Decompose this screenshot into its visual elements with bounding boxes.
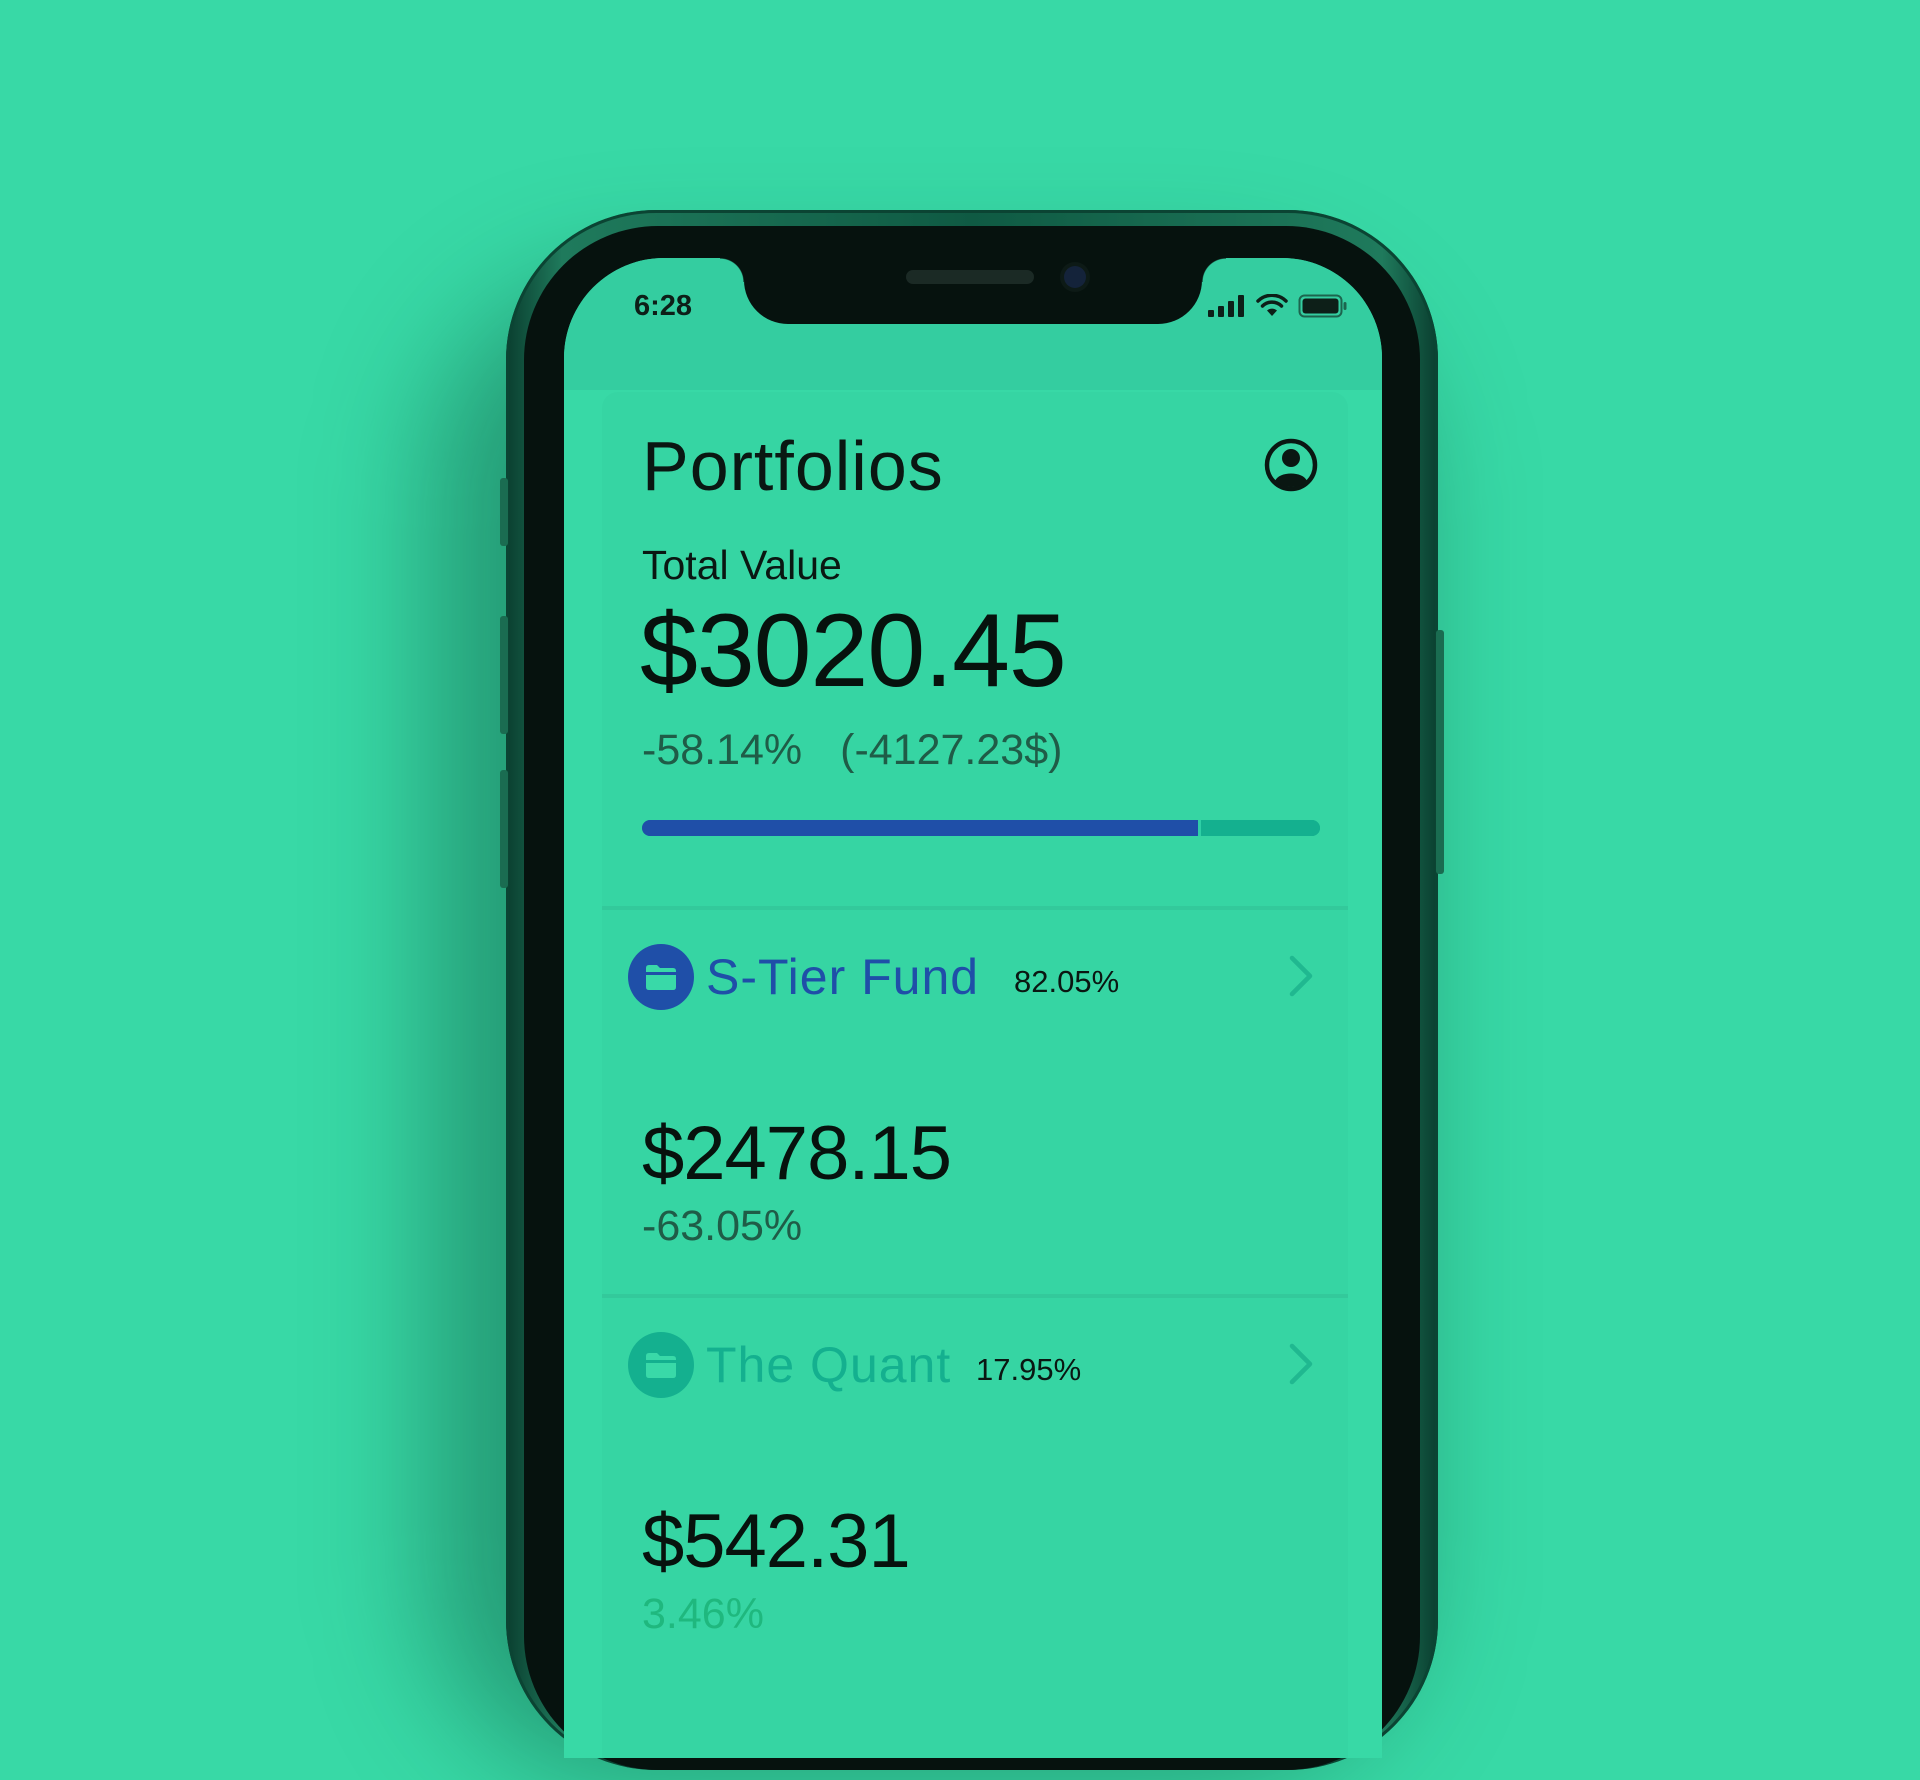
power-button <box>1436 630 1444 874</box>
chevron-right-icon[interactable] <box>1286 1340 1316 1388</box>
volume-up-button <box>500 616 508 734</box>
battery-icon <box>1298 294 1347 318</box>
phone-screen: 6:28 Portfolios Total Value $3020.45 -58… <box>564 258 1382 1758</box>
fund-card-s-tier[interactable]: S-Tier Fund 82.05% $2478.15 -63.05% <box>602 910 1348 1294</box>
mute-switch <box>500 478 508 546</box>
status-bar: 6:28 <box>564 258 1382 390</box>
wifi-icon <box>1256 294 1288 316</box>
cellular-signal-icon <box>1208 295 1244 317</box>
volume-down-button <box>500 770 508 888</box>
folder-icon <box>628 1332 694 1398</box>
status-time: 6:28 <box>634 290 693 322</box>
fund-name: S-Tier Fund <box>706 949 980 1005</box>
total-value-amount: $3020.45 <box>640 593 1067 709</box>
folder-icon <box>628 944 694 1010</box>
fund-change: -63.05% <box>642 1202 803 1250</box>
total-change-amount: (-4127.23$) <box>840 726 1063 774</box>
portfolios-card: Portfolios Total Value $3020.45 -58.14% … <box>602 392 1348 1758</box>
fund-value: $542.31 <box>642 1499 911 1584</box>
status-icons <box>1208 294 1348 318</box>
front-camera <box>1064 266 1086 288</box>
fund-value: $2478.15 <box>642 1111 952 1196</box>
fund-name: The Quant <box>706 1337 952 1393</box>
total-change-percent: -58.14% <box>642 726 803 774</box>
fund-card-the-quant[interactable]: The Quant 17.95% $542.31 3.46% <box>602 1298 1348 1682</box>
allocation-bar <box>642 820 1320 836</box>
speaker <box>906 270 1034 284</box>
fund-change: 3.46% <box>642 1590 764 1638</box>
allocation-segment-quant <box>1198 820 1320 836</box>
total-change: -58.14% (-4127.23$) <box>642 726 1062 775</box>
notch <box>720 258 1226 324</box>
fund-allocation: 82.05% <box>1014 964 1120 999</box>
allocation-segment-s-tier <box>642 820 1199 836</box>
page-title: Portfolios <box>642 427 944 505</box>
fund-allocation: 17.95% <box>976 1352 1082 1387</box>
chevron-right-icon[interactable] <box>1286 952 1316 1000</box>
profile-icon[interactable] <box>1264 438 1318 492</box>
total-value-label: Total Value <box>642 542 842 588</box>
